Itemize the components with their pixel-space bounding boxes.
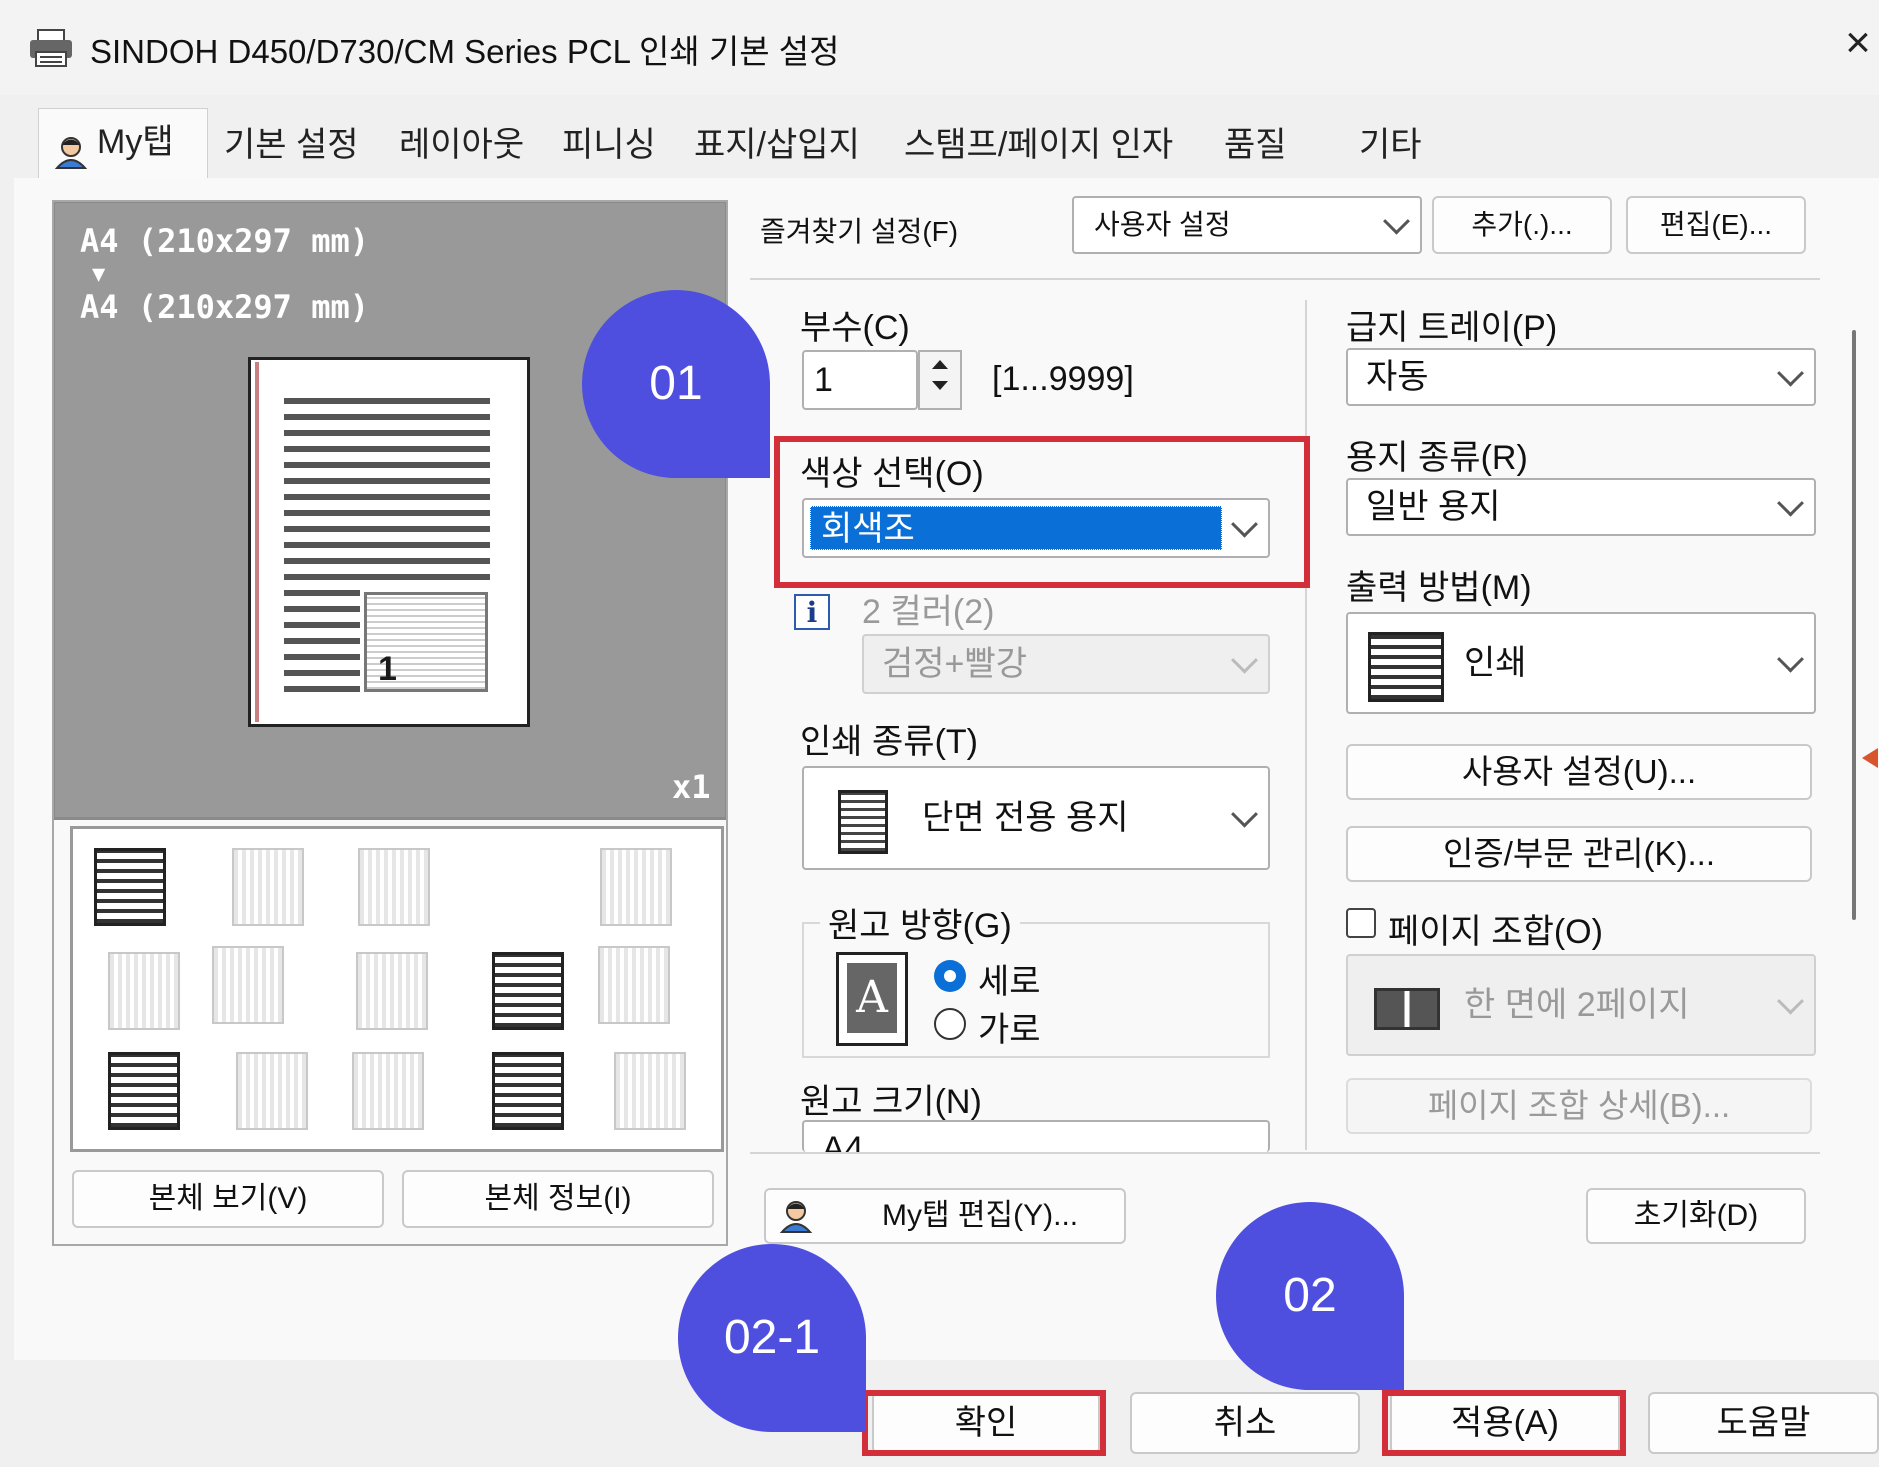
tab-quality[interactable]: 품질 bbox=[1210, 112, 1301, 178]
page-combine-value: 한 면에 2페이지 bbox=[1464, 986, 1690, 1024]
copies-stepper[interactable] bbox=[918, 350, 962, 410]
tab-cover-insert[interactable]: 표지/삽입지 bbox=[680, 112, 874, 178]
chevron-down-icon bbox=[1777, 987, 1804, 1015]
orientation-letter: A bbox=[847, 963, 897, 1033]
separator bbox=[750, 1152, 1820, 1154]
orientation-label: 원고 방향(G) bbox=[820, 898, 1020, 947]
tab-mytab[interactable]: My탭 bbox=[38, 108, 208, 178]
output-method-select[interactable]: 인쇄 bbox=[1346, 612, 1816, 714]
chevron-down-icon bbox=[1383, 207, 1410, 235]
tab-label: My탭 bbox=[97, 123, 174, 161]
portrait-label[interactable]: 세로 bbox=[978, 954, 1041, 1003]
chevron-down-icon bbox=[1777, 489, 1804, 517]
mytab-edit-label: My탭 편집(Y)... bbox=[882, 1199, 1079, 1232]
favorites-select[interactable]: 사용자 설정 bbox=[1072, 196, 1422, 254]
chevron-down-icon bbox=[1231, 800, 1258, 828]
paper-tray-value: 자동 bbox=[1366, 358, 1429, 396]
original-size-value: A4 bbox=[822, 1130, 864, 1152]
stepper-down-icon[interactable] bbox=[932, 381, 948, 390]
scrollbar[interactable] bbox=[1852, 330, 1856, 920]
two-color-label: 2 컬러(2) bbox=[862, 593, 995, 631]
page-combine-select: 한 면에 2페이지 bbox=[1346, 954, 1816, 1056]
close-button[interactable]: × bbox=[1838, 18, 1878, 68]
page-combine-label[interactable]: 페이지 조합(O) bbox=[1388, 904, 1603, 953]
single-side-paper-icon bbox=[838, 790, 888, 854]
tab-basic[interactable]: 기본 설정 bbox=[210, 112, 373, 178]
copies-range: [1...9999] bbox=[992, 360, 1134, 398]
stepper-up-icon[interactable] bbox=[932, 360, 948, 369]
output-method-label: 출력 방법(M) bbox=[1346, 569, 1532, 607]
paper-type-value: 일반 용지 bbox=[1366, 488, 1501, 526]
chevron-down-icon bbox=[1231, 646, 1258, 674]
separator bbox=[750, 278, 1820, 280]
copies-label: 부수(C) bbox=[800, 309, 910, 347]
info-icon: i bbox=[794, 594, 830, 630]
edge-arrow-icon bbox=[1862, 748, 1878, 768]
reset-button[interactable]: 초기화(D) bbox=[1586, 1188, 1806, 1244]
page-combine-checkbox[interactable] bbox=[1346, 908, 1376, 938]
chevron-down-icon bbox=[1777, 645, 1804, 673]
paper-type-label: 용지 종류(R) bbox=[1346, 439, 1528, 477]
auth-account-button[interactable]: 인증/부문 관리(K)... bbox=[1346, 826, 1812, 882]
copies-input[interactable]: 1 bbox=[802, 350, 918, 410]
tab-other[interactable]: 기타 bbox=[1345, 112, 1436, 178]
cancel-button[interactable]: 취소 bbox=[1130, 1392, 1360, 1454]
print-output-icon bbox=[1368, 632, 1444, 702]
page-combine-details-button: 페이지 조합 상세(B)... bbox=[1346, 1078, 1812, 1134]
favorites-edit-button[interactable]: 편집(E)... bbox=[1626, 196, 1806, 254]
two-color-value: 검정+빨강 bbox=[882, 645, 1027, 683]
highlight-box-ok bbox=[862, 1390, 1106, 1456]
landscape-label[interactable]: 가로 bbox=[978, 1002, 1041, 1051]
print-type-value: 단면 전용 용지 bbox=[922, 799, 1129, 837]
two-color-select: 검정+빨강 bbox=[862, 634, 1270, 694]
user-icon bbox=[778, 1198, 814, 1234]
original-size-select[interactable]: A4 bbox=[802, 1120, 1270, 1152]
favorites-label: 즐겨찾기 설정(F) bbox=[760, 216, 959, 247]
callout-badge-02-1: 02-1 bbox=[678, 1244, 866, 1432]
portrait-radio[interactable] bbox=[934, 960, 966, 992]
tab-layout[interactable]: 레이아웃 bbox=[385, 112, 538, 178]
favorites-value: 사용자 설정 bbox=[1094, 209, 1231, 240]
chevron-down-icon bbox=[1777, 359, 1804, 387]
window-title: SINDOH D450/D730/CM Series PCL 인쇄 기본 설정 bbox=[90, 33, 840, 70]
printer-icon bbox=[28, 28, 74, 68]
favorites-add-button[interactable]: 추가(.)... bbox=[1432, 196, 1612, 254]
original-size-label: 원고 크기(N) bbox=[800, 1083, 982, 1121]
mytab-edit-button[interactable]: My탭 편집(Y)... bbox=[764, 1188, 1126, 1244]
paper-tray-label: 급지 트레이(P) bbox=[1346, 309, 1558, 347]
two-up-icon bbox=[1374, 988, 1440, 1030]
paper-type-select[interactable]: 일반 용지 bbox=[1346, 478, 1816, 536]
orientation-preview-icon: A bbox=[836, 952, 908, 1046]
output-method-value: 인쇄 bbox=[1464, 644, 1527, 682]
radio-dot bbox=[944, 970, 956, 982]
help-button[interactable]: 도움말 bbox=[1648, 1392, 1879, 1454]
callout-badge-02: 02 bbox=[1216, 1202, 1404, 1390]
user-settings-button[interactable]: 사용자 설정(U)... bbox=[1346, 744, 1812, 800]
column-separator bbox=[1305, 300, 1307, 1150]
highlight-box-apply bbox=[1382, 1390, 1626, 1456]
print-type-select[interactable]: 단면 전용 용지 bbox=[802, 766, 1270, 870]
highlight-box-color bbox=[774, 436, 1310, 588]
tab-stamp[interactable]: 스탬프/페이지 인자 bbox=[890, 112, 1187, 178]
user-icon bbox=[53, 126, 89, 170]
callout-badge-01: 01 bbox=[582, 290, 770, 478]
landscape-radio[interactable] bbox=[934, 1008, 966, 1040]
paper-tray-select[interactable]: 자동 bbox=[1346, 348, 1816, 406]
print-type-label: 인쇄 종류(T) bbox=[800, 723, 978, 761]
tab-finishing[interactable]: 피니싱 bbox=[548, 112, 670, 178]
